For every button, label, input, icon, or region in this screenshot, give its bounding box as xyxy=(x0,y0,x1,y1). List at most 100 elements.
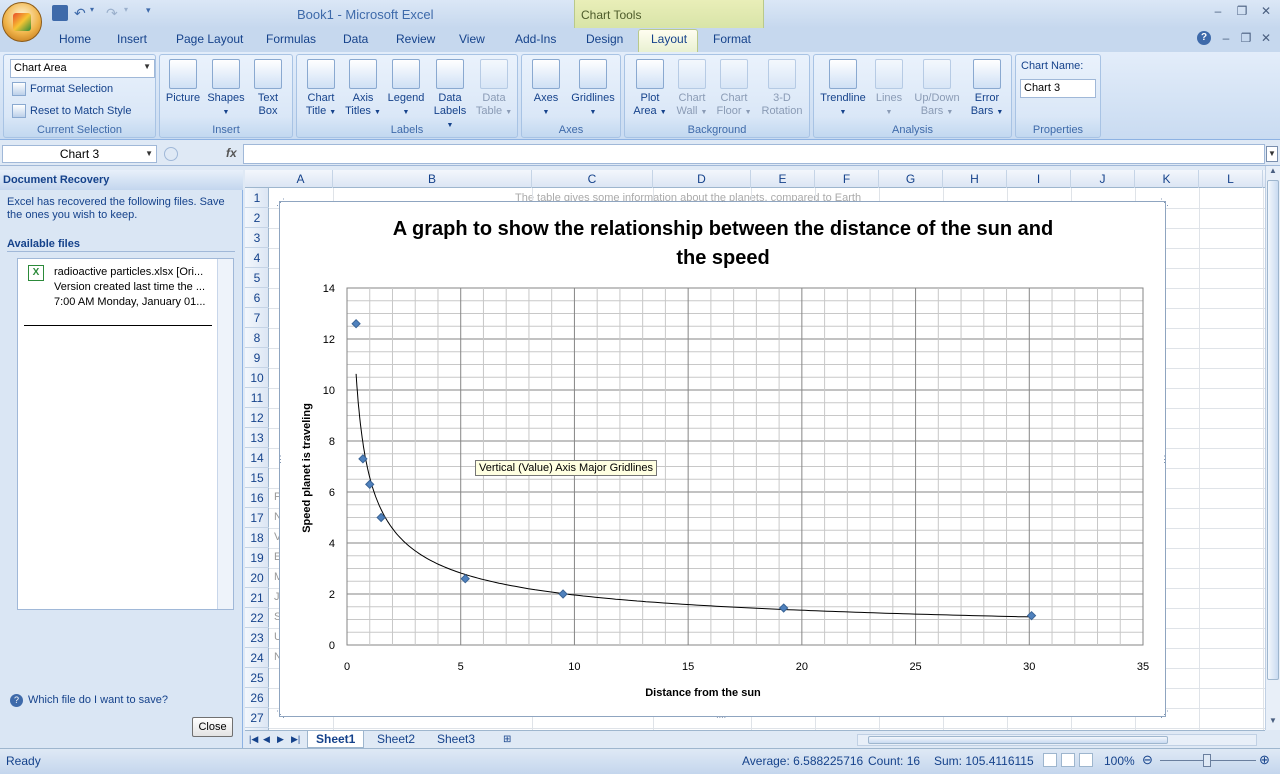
legend-button[interactable]: Legend ▼ xyxy=(385,59,427,119)
sheet-tab-3[interactable]: Sheet3 xyxy=(429,731,483,748)
help-link[interactable]: ? Which file do I want to save? xyxy=(10,694,168,707)
lines-button[interactable]: Lines ▼ xyxy=(872,59,906,119)
trendline-button[interactable]: Trendline ▼ xyxy=(817,59,869,119)
undo-icon[interactable]: ↶ xyxy=(74,5,90,21)
customize-qat-icon[interactable]: ▾ xyxy=(146,5,162,21)
sheet-tab-1[interactable]: Sheet1 xyxy=(307,731,365,748)
recovered-file-item[interactable]: radioactive particles.xlsx [Ori... Versi… xyxy=(54,265,214,310)
resize-handle[interactable]: ⋰ xyxy=(276,197,285,208)
row-header-25[interactable]: 25 xyxy=(245,668,269,688)
chart-title-line-1[interactable]: A graph to show the relationship between… xyxy=(393,218,1053,240)
row-header-13[interactable]: 13 xyxy=(245,428,269,448)
shapes-button[interactable]: Shapes ▼ xyxy=(206,59,246,119)
tab-data[interactable]: Data xyxy=(343,32,368,50)
x-axis-title[interactable]: Distance from the sun xyxy=(645,687,761,699)
column-header-c[interactable]: C xyxy=(532,170,653,188)
row-header-24[interactable]: 24 xyxy=(245,648,269,668)
row-header-17[interactable]: 17 xyxy=(245,508,269,528)
row-header-14[interactable]: 14 xyxy=(245,448,269,468)
up-down-bars-button[interactable]: Up/Down Bars ▼ xyxy=(910,59,964,119)
insert-function-icon[interactable]: fx xyxy=(226,146,237,160)
axes-button[interactable]: Axes ▼ xyxy=(527,59,565,119)
tab-design[interactable]: Design xyxy=(586,32,623,50)
zoom-level[interactable]: 100% xyxy=(1104,754,1135,768)
resize-handle[interactable]: ⋱ xyxy=(1160,197,1169,208)
last-sheet-icon[interactable]: ▶| xyxy=(289,731,302,748)
row-header-21[interactable]: 21 xyxy=(245,588,269,608)
row-header-4[interactable]: 4 xyxy=(245,248,269,268)
scatter-chart[interactable]: A graph to show the relationship between… xyxy=(280,202,1167,718)
save-icon[interactable] xyxy=(52,5,68,21)
zoom-in-icon[interactable]: ⊕ xyxy=(1259,752,1270,768)
scroll-up-icon[interactable]: ▲ xyxy=(1267,166,1279,180)
column-header-a[interactable]: A xyxy=(269,170,333,188)
formula-input[interactable] xyxy=(243,144,1265,164)
resize-handle[interactable]: ⋮ xyxy=(276,454,285,465)
data-table-button[interactable]: Data Table ▼ xyxy=(473,59,515,119)
chart-area[interactable]: A graph to show the relationship between… xyxy=(276,196,1169,722)
tab-view[interactable]: View xyxy=(459,32,485,50)
workbook-minimize-icon[interactable]: – xyxy=(1218,31,1234,45)
row-header-5[interactable]: 5 xyxy=(245,268,269,288)
row-header-3[interactable]: 3 xyxy=(245,228,269,248)
row-header-11[interactable]: 11 xyxy=(245,388,269,408)
zoom-out-icon[interactable]: ⊖ xyxy=(1142,752,1153,768)
resize-handle[interactable]: ⋮ xyxy=(1160,454,1169,465)
list-scrollbar[interactable] xyxy=(217,259,233,609)
zoom-slider-thumb[interactable] xyxy=(1203,754,1211,767)
column-header-j[interactable]: J xyxy=(1071,170,1135,188)
scroll-down-icon[interactable]: ▼ xyxy=(1267,716,1279,730)
chart-name-input[interactable]: Chart 3 xyxy=(1020,79,1096,98)
sheet-tab-2[interactable]: Sheet2 xyxy=(369,731,423,748)
y-axis-title[interactable]: Speed planet is traveling xyxy=(301,403,313,533)
column-header-k[interactable]: K xyxy=(1135,170,1199,188)
picture-button[interactable]: Picture xyxy=(165,59,201,105)
chart-elements-dropdown[interactable]: Chart Area ▼ xyxy=(10,59,155,78)
row-header-9[interactable]: 9 xyxy=(245,348,269,368)
row-header-12[interactable]: 12 xyxy=(245,408,269,428)
workbook-close-icon[interactable]: ✕ xyxy=(1258,31,1274,45)
resize-handle[interactable]: ∙∙∙∙ xyxy=(716,712,726,722)
row-header-6[interactable]: 6 xyxy=(245,288,269,308)
expand-formula-bar-icon[interactable]: ▼ xyxy=(1266,146,1278,162)
column-header-d[interactable]: D xyxy=(653,170,751,188)
row-header-16[interactable]: 16 xyxy=(245,488,269,508)
row-header-20[interactable]: 20 xyxy=(245,568,269,588)
chart-title-button[interactable]: Chart Title ▼ xyxy=(301,59,341,119)
first-sheet-icon[interactable]: |◀ xyxy=(247,731,260,748)
column-header-l[interactable]: L xyxy=(1199,170,1263,188)
tab-insert[interactable]: Insert xyxy=(117,32,147,50)
gridlines-button[interactable]: Gridlines ▼ xyxy=(568,59,618,119)
workbook-restore-icon[interactable]: ❐ xyxy=(1238,31,1254,45)
row-header-23[interactable]: 23 xyxy=(245,628,269,648)
redo-icon[interactable]: ↷ xyxy=(106,5,122,21)
format-selection-button[interactable]: Format Selection xyxy=(12,82,113,100)
3d-rotation-button[interactable]: 3-D Rotation xyxy=(756,59,808,118)
resize-handle[interactable]: ⋱ xyxy=(276,709,285,720)
row-header-8[interactable]: 8 xyxy=(245,328,269,348)
row-header-2[interactable]: 2 xyxy=(245,208,269,228)
tab-layout[interactable]: Layout xyxy=(651,32,687,50)
plot-area-button[interactable]: Plot Area ▼ xyxy=(629,59,671,119)
row-header-18[interactable]: 18 xyxy=(245,528,269,548)
reset-to-match-style-button[interactable]: Reset to Match Style xyxy=(12,104,132,122)
chart-wall-button[interactable]: Chart Wall ▼ xyxy=(672,59,712,119)
column-header-f[interactable]: F xyxy=(815,170,879,188)
redo-dropdown-icon[interactable]: ▾ xyxy=(124,5,140,21)
name-box[interactable]: Chart 3 ▼ xyxy=(2,145,157,163)
row-header-1[interactable]: 1 xyxy=(245,188,269,208)
axis-titles-button[interactable]: Axis Titles ▼ xyxy=(343,59,383,119)
normal-view-icon[interactable] xyxy=(1043,753,1057,767)
vertical-scrollbar[interactable]: ▲ ▼ xyxy=(1265,166,1280,730)
tab-formulas[interactable]: Formulas xyxy=(266,32,316,50)
column-header-g[interactable]: G xyxy=(879,170,943,188)
error-bars-button[interactable]: Error Bars ▼ xyxy=(966,59,1008,119)
resize-handle[interactable]: ⋰ xyxy=(1160,709,1169,720)
minimize-icon[interactable]: – xyxy=(1210,4,1226,18)
row-header-26[interactable]: 26 xyxy=(245,688,269,708)
horizontal-scrollbar[interactable] xyxy=(857,734,1257,746)
row-header-10[interactable]: 10 xyxy=(245,368,269,388)
next-sheet-icon[interactable]: ▶ xyxy=(275,731,286,748)
insert-sheet-icon[interactable]: ⊞ xyxy=(495,731,519,748)
scroll-thumb[interactable] xyxy=(1267,180,1279,680)
